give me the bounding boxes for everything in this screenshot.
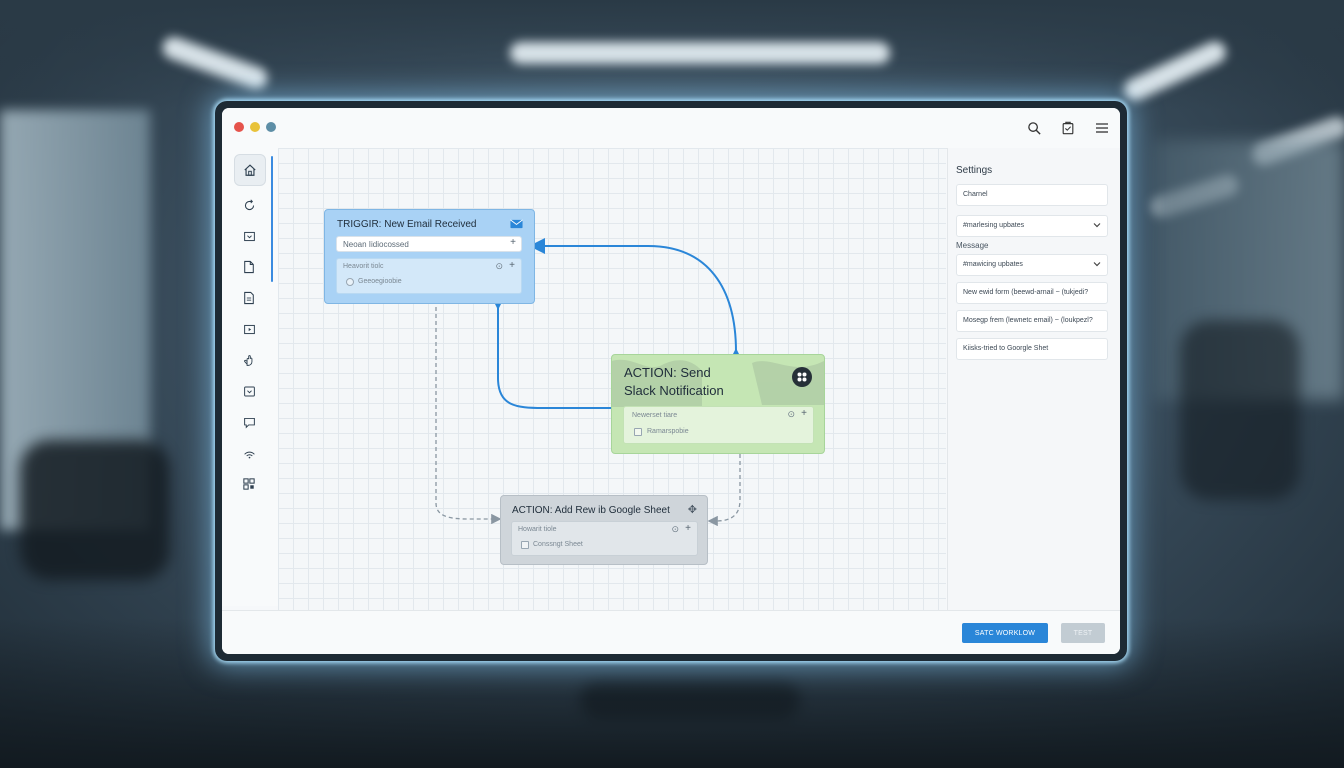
chat-icon (243, 417, 255, 429)
sidebar-item-inbox[interactable] (236, 223, 262, 249)
message-select[interactable]: #mawicing upbates (956, 254, 1108, 276)
message-value: #mawicing upbates (963, 261, 1023, 268)
message-template-line-2[interactable]: Mosegp frem (lewnetc email) ~ (loukpezl? (956, 310, 1108, 332)
slack-subpanel: Newerset tiare ⊙ + Ramarspobie (623, 406, 814, 444)
message-line-1-text: New ewid form (beewd-arnail ~ (tukjedi? (963, 289, 1089, 296)
channel-value: #marlesing upbates (963, 222, 1025, 229)
add-icon[interactable]: + (801, 408, 807, 419)
item-dot-icon (346, 278, 354, 286)
sheet-node-icon[interactable]: ✥ (688, 503, 697, 516)
document-icon (244, 260, 254, 274)
add-icon[interactable]: + (510, 237, 516, 248)
channel-select[interactable]: #marlesing upbates (956, 215, 1108, 237)
sidebar (222, 148, 278, 606)
sheet-sub-item: Conssngt Sheet (533, 541, 583, 548)
sidebar-item-files[interactable] (236, 285, 262, 311)
search-icon[interactable] (1024, 118, 1044, 138)
chevron-down-icon (1093, 223, 1101, 228)
trigger-sub-item: Geeoegioobie (358, 278, 402, 285)
sidebar-item-downloads[interactable] (236, 378, 262, 404)
sidebar-active-indicator (271, 156, 273, 282)
add-icon[interactable]: + (685, 523, 691, 534)
sidebar-item-media[interactable] (236, 316, 262, 342)
email-icon[interactable] (510, 219, 523, 229)
sidebar-item-connections[interactable] (236, 440, 262, 466)
test-button[interactable]: TEST (1061, 623, 1105, 643)
download-box-icon (243, 386, 255, 396)
settings-panel: Settings Charnel #marlesing upbates Mess… (947, 148, 1120, 610)
sidebar-item-documents[interactable] (236, 254, 262, 280)
settings-icon[interactable]: ⊙ (671, 524, 679, 535)
slack-sub-item: Ramarspobie (647, 428, 689, 435)
slack-app-icon[interactable] (792, 367, 812, 387)
sidebar-item-messages[interactable] (236, 409, 262, 435)
sheet-subpanel: Howarit tiole ⊙ + Conssngt Sheet (511, 521, 698, 556)
channel-label: Charnel (963, 191, 988, 198)
settings-title: Settings (956, 165, 993, 176)
trigger-field-value: Neoan Iidiocossed (343, 240, 409, 249)
file-text-icon (244, 291, 254, 305)
sidebar-item-approvals[interactable] (236, 347, 262, 373)
save-workflow-button[interactable]: SATC WORKLOW (962, 623, 1048, 643)
monitor: TRIGGIR: New Email Received Neoan Iidioc… (215, 101, 1127, 661)
clipboard-icon[interactable] (1058, 118, 1078, 138)
message-line-2-text: Mosegp frem (lewnetc email) ~ (loukpezl? (963, 317, 1093, 324)
play-box-icon (243, 324, 255, 334)
trigger-node[interactable]: TRIGGIR: New Email Received Neoan Iidioc… (324, 209, 535, 304)
chevron-down-icon (1093, 262, 1101, 267)
google-sheet-node[interactable]: ACTION: Add Rew ib Google Sheet ✥ Howari… (500, 495, 708, 565)
menu-icon[interactable] (1092, 118, 1112, 138)
close-window-dot[interactable] (234, 122, 244, 132)
sidebar-item-sync[interactable] (236, 192, 262, 218)
settings-icon[interactable]: ⊙ (787, 409, 795, 420)
trigger-node-title: TRIGGIR: New Email Received (337, 219, 477, 230)
slack-node-title-2: Slack Notification (624, 383, 724, 398)
slack-sub-label: Newerset tiare (632, 412, 678, 419)
message-label: Message (956, 241, 989, 250)
item-dot-icon (634, 428, 642, 436)
minimize-window-dot[interactable] (250, 122, 260, 132)
sidebar-item-home[interactable] (234, 154, 266, 186)
title-bar (222, 108, 1120, 149)
sidebar-item-apps[interactable] (236, 471, 262, 497)
sheet-node-title: ACTION: Add Rew ib Google Sheet (512, 505, 670, 516)
home-icon (244, 164, 256, 176)
trigger-sub-label: Heavorit tiolc (343, 263, 384, 270)
slack-node-title-1: ACTION: Send (624, 365, 711, 380)
refresh-icon (244, 198, 254, 210)
message-line-3-text: Kiisks-tried to Goorgle Shet (963, 345, 1049, 352)
item-dot-icon (521, 541, 529, 549)
footer-bar: SATC WORKLOW TEST (222, 610, 1120, 654)
sheet-sub-label: Howarit tiole (518, 526, 557, 533)
channel-field[interactable]: Charnel (956, 184, 1108, 206)
hand-icon (243, 354, 252, 366)
workflow-canvas[interactable]: TRIGGIR: New Email Received Neoan Iidioc… (278, 148, 946, 610)
zoom-window-dot[interactable] (266, 122, 276, 132)
trigger-field[interactable]: Neoan Iidiocossed + (336, 236, 522, 252)
inbox-icon (243, 231, 255, 241)
add-icon[interactable]: + (509, 260, 515, 271)
slack-node[interactable]: ACTION: Send Slack Notification Newerset… (611, 354, 825, 454)
message-template-line-3[interactable]: Kiisks-tried to Goorgle Shet (956, 338, 1108, 360)
signal-icon (243, 451, 255, 458)
message-template-line-1[interactable]: New ewid form (beewd-arnail ~ (tukjedi? (956, 282, 1108, 304)
settings-icon[interactable]: ⊙ (495, 261, 503, 272)
app-window: TRIGGIR: New Email Received Neoan Iidioc… (222, 108, 1120, 654)
trigger-subpanel: Heavorit tiolc ⊙ + Geeoegioobie (336, 258, 522, 294)
grid-icon (243, 478, 255, 490)
